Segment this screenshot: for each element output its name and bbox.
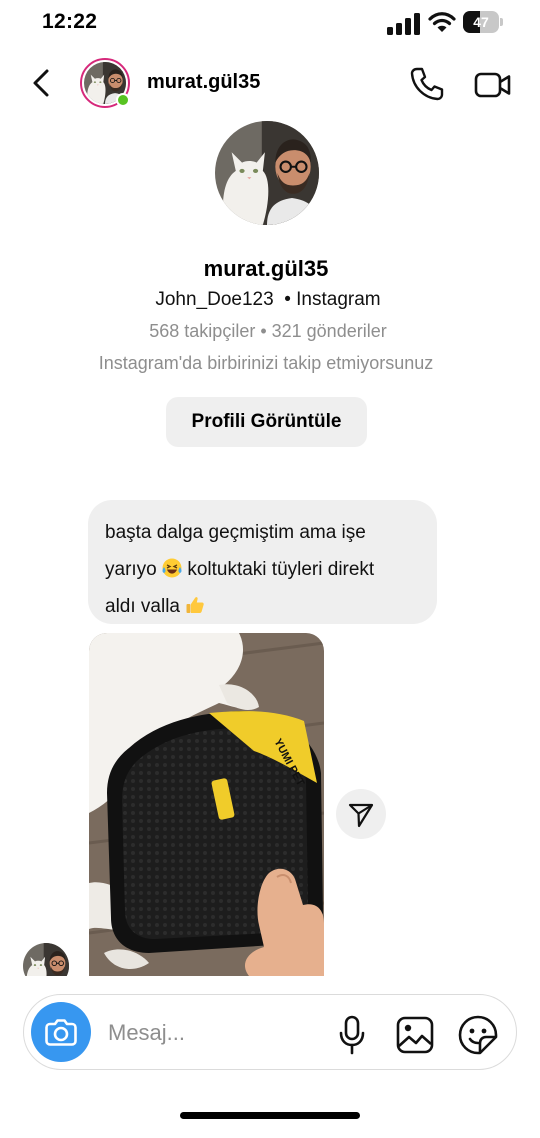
home-indicator <box>180 1112 360 1119</box>
camera-button[interactable] <box>31 1002 91 1062</box>
status-time: 12:22 <box>42 10 98 33</box>
laughing-tears-emoji <box>162 558 182 578</box>
profile-name: murat.gül35 <box>203 256 329 281</box>
message-line: aldı valla <box>105 588 421 625</box>
back-chevron-icon[interactable] <box>28 66 56 100</box>
profile-avatar[interactable] <box>215 121 319 225</box>
header-username[interactable]: murat.gül35 <box>147 71 260 94</box>
phone-icon[interactable] <box>409 66 445 102</box>
message-line: başta dalga geçmiştim ama işe <box>105 522 366 543</box>
gallery-icon[interactable] <box>396 1016 434 1054</box>
profile-handle-line: John_Doe123 • Instagram <box>155 289 381 310</box>
battery-icon: 47 <box>463 11 503 33</box>
microphone-icon[interactable] <box>337 1015 367 1055</box>
share-button[interactable] <box>336 789 386 839</box>
message-line: yarıyo koltuktaki tüyleri direkt <box>105 558 375 580</box>
sticker-icon[interactable] <box>458 1015 498 1055</box>
online-status-dot <box>116 93 130 107</box>
view-profile-button[interactable]: Profili Görüntüle <box>166 397 367 447</box>
thumbs-up-emoji <box>186 597 204 613</box>
message-photo[interactable]: YUMI PET <box>89 633 324 976</box>
message-bubble[interactable]: başta dalga geçmiştim ama işe yarıyo kol… <box>88 500 437 624</box>
camera-icon <box>45 1019 77 1046</box>
wifi-icon <box>428 12 456 32</box>
video-camera-icon[interactable] <box>474 70 512 100</box>
message-input[interactable] <box>108 1017 318 1049</box>
follow-status: Instagram'da birbirinizi takip etmiyorsu… <box>98 353 434 373</box>
profile-stats: 568 takipçiler • 321 gönderiler <box>149 321 387 341</box>
signal-icon <box>387 13 420 35</box>
send-icon <box>348 803 374 828</box>
battery-level: 47 <box>473 14 489 30</box>
